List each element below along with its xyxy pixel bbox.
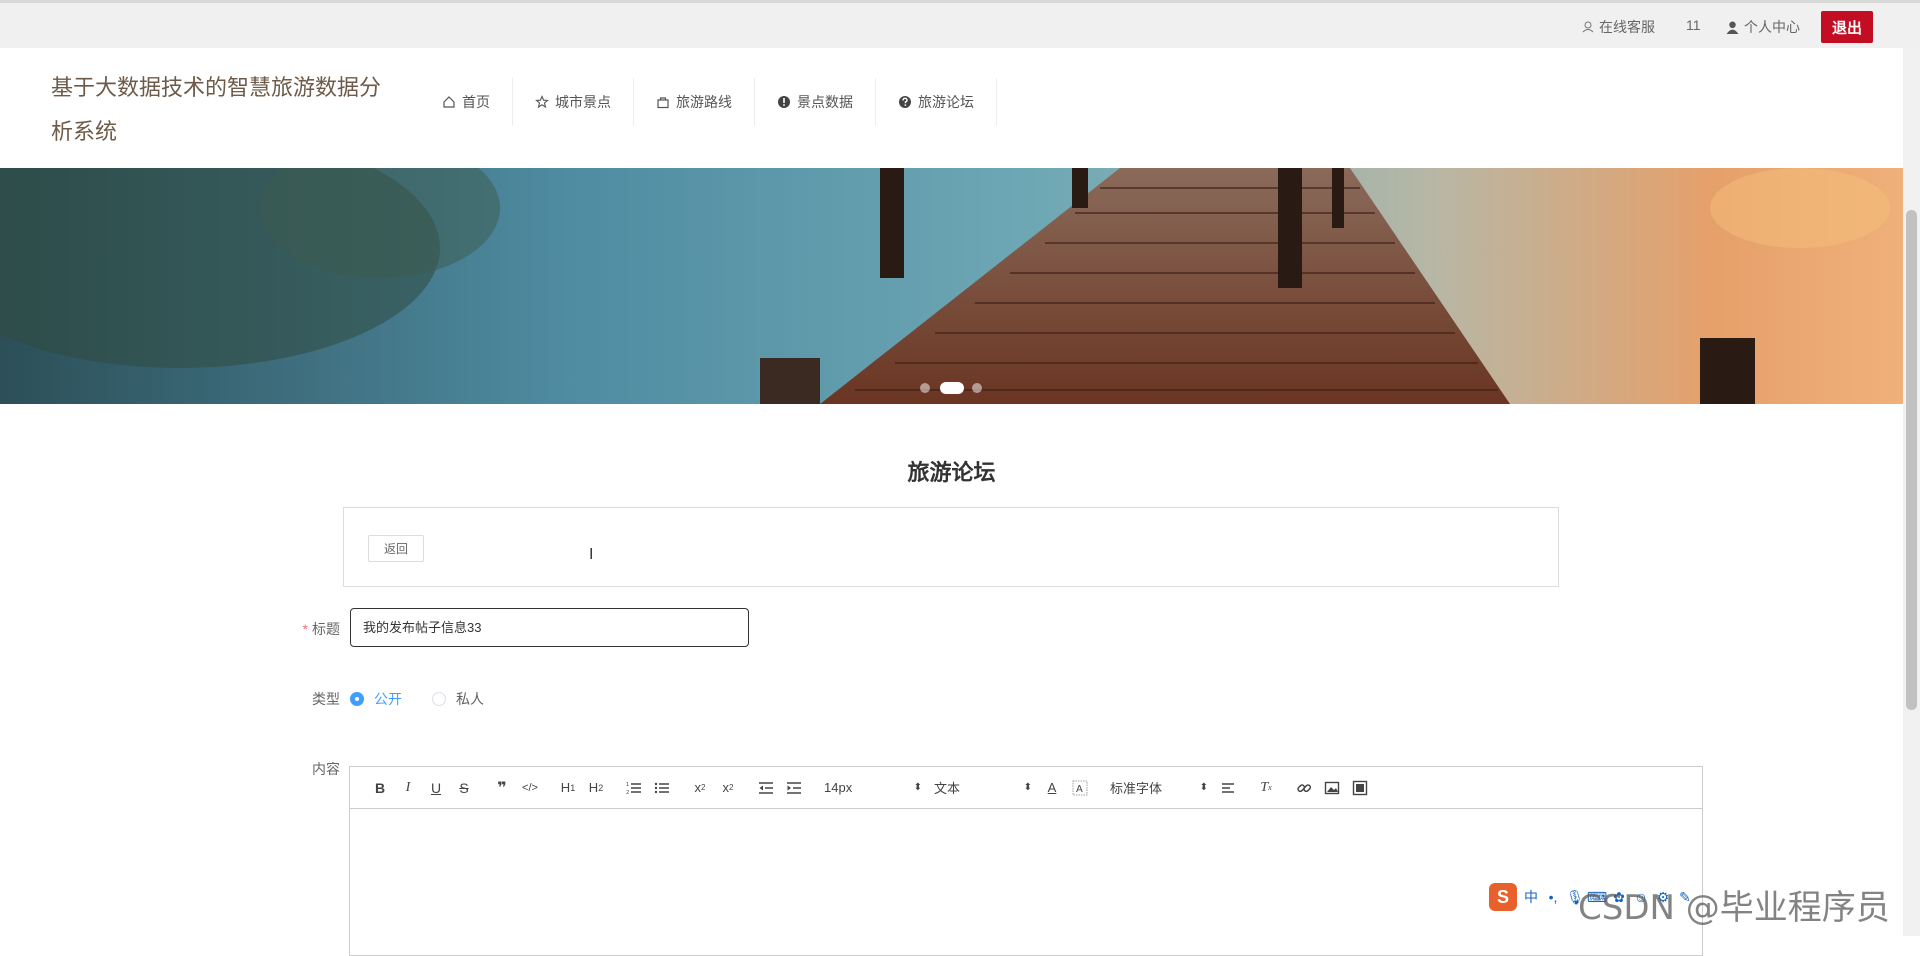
highlight-icon: A xyxy=(1072,780,1088,795)
radio-dot xyxy=(350,692,364,706)
image-icon xyxy=(1324,781,1340,794)
align-button[interactable] xyxy=(1214,776,1242,800)
link-button[interactable] xyxy=(1290,776,1318,800)
superscript-button[interactable]: x2 xyxy=(714,776,742,800)
underline-button[interactable]: U xyxy=(422,776,450,800)
nav-item-label: 首页 xyxy=(462,94,490,110)
subscript-button[interactable]: x2 xyxy=(686,776,714,800)
bag-icon xyxy=(657,97,669,109)
header-format-select[interactable]: 文本 ⬍ xyxy=(928,776,1038,800)
svg-text:A: A xyxy=(1076,784,1083,795)
outdent-button[interactable] xyxy=(752,776,780,800)
font-family-select[interactable]: 标准字体 ⬍ xyxy=(1104,776,1214,800)
carousel-dot-3[interactable] xyxy=(972,383,982,393)
headset-icon xyxy=(1582,21,1594,33)
nav-item-travel-routes[interactable]: 旅游路线 xyxy=(634,78,755,126)
svg-text:1: 1 xyxy=(626,782,629,788)
punctuation-icon[interactable]: •, xyxy=(1545,889,1561,905)
action-bar xyxy=(343,507,1559,587)
sogou-logo-icon: S xyxy=(1489,883,1517,911)
nav-item-label: 景点数据 xyxy=(797,94,853,110)
back-button[interactable]: 返回 xyxy=(368,535,424,562)
content-label: 内容 xyxy=(312,761,340,777)
banner-image xyxy=(0,168,1903,404)
required-mark: * xyxy=(302,621,308,637)
video-button[interactable] xyxy=(1346,776,1374,800)
nav-item-city-attractions[interactable]: 城市景点 xyxy=(513,78,634,126)
text-color-button[interactable]: A xyxy=(1038,776,1066,800)
nav-item-travel-forum[interactable]: 旅游论坛 xyxy=(876,78,997,126)
title-label-text: 标题 xyxy=(312,621,340,637)
nav-item-label: 旅游论坛 xyxy=(918,94,974,110)
main-nav: 首页 城市景点 旅游路线 景点数据 旅游论坛 xyxy=(420,78,997,126)
radio-private-label: 私人 xyxy=(456,691,484,707)
page-title: 旅游论坛 xyxy=(907,460,996,485)
strike-button[interactable]: S xyxy=(450,776,478,800)
radio-public[interactable]: 公开 xyxy=(350,689,402,709)
rich-text-editor: B I U S ❞ </> H1 H2 12 x2 x2 14px ⬍ 文本 ⬍… xyxy=(349,766,1703,956)
svg-text:2: 2 xyxy=(626,790,629,796)
italic-button[interactable]: I xyxy=(394,776,422,800)
font-family-value: 标准字体 xyxy=(1110,781,1163,796)
question-icon xyxy=(899,96,911,108)
title-label: * 标题 xyxy=(298,619,340,639)
link-icon xyxy=(1297,783,1312,792)
nav-item-attraction-data[interactable]: 景点数据 xyxy=(755,78,876,126)
select-arrows-icon: ⬍ xyxy=(913,782,922,793)
editor-toolbar: B I U S ❞ </> H1 H2 12 x2 x2 14px ⬍ 文本 ⬍… xyxy=(350,767,1702,809)
radio-public-label: 公开 xyxy=(374,691,402,707)
banner-carousel[interactable] xyxy=(0,168,1903,404)
image-button[interactable] xyxy=(1318,776,1346,800)
header2-button[interactable]: H2 xyxy=(582,776,610,800)
radio-dot xyxy=(432,692,446,706)
watermark: CSDN @毕业程序员 xyxy=(1578,888,1890,928)
carousel-dot-2[interactable] xyxy=(940,382,964,394)
info-icon xyxy=(778,96,790,108)
select-arrows-icon: ⬍ xyxy=(1199,782,1208,793)
nav-item-label: 旅游路线 xyxy=(676,94,732,110)
align-left-icon xyxy=(1222,782,1234,793)
message-count[interactable]: 11 xyxy=(1686,17,1701,33)
logout-button[interactable]: 退出 xyxy=(1821,11,1873,43)
page-scrollbar-thumb[interactable] xyxy=(1906,210,1917,710)
star-icon xyxy=(535,95,549,109)
font-size-select[interactable]: 14px ⬍ xyxy=(818,776,928,800)
top-bar: 在线客服 11 个人中心 退出 xyxy=(0,0,1920,48)
indent-button[interactable] xyxy=(780,776,808,800)
ordered-list-button[interactable]: 12 xyxy=(620,776,648,800)
customer-service-link[interactable]: 在线客服 xyxy=(1582,17,1655,37)
ordered-list-icon: 12 xyxy=(626,782,641,796)
ime-mode-indicator[interactable]: 中 xyxy=(1523,889,1539,905)
clear-format-button[interactable]: Tx xyxy=(1252,776,1280,800)
background-color-button[interactable]: A xyxy=(1066,776,1094,800)
outdent-icon xyxy=(759,781,773,794)
text-cursor-icon: I xyxy=(589,546,594,563)
bold-button[interactable]: B xyxy=(366,776,394,800)
code-block-button[interactable]: </> xyxy=(516,776,544,800)
blockquote-button[interactable]: ❞ xyxy=(488,776,516,800)
site-title: 基于大数据技术的智慧旅游数据分析系统 xyxy=(51,75,382,144)
bullet-list-icon xyxy=(654,782,669,793)
title-input[interactable]: 我的发布帖子信息33 xyxy=(350,608,749,647)
carousel-dot-1[interactable] xyxy=(920,383,930,393)
header1-button[interactable]: H1 xyxy=(554,776,582,800)
indent-icon xyxy=(787,781,801,794)
radio-private[interactable]: 私人 xyxy=(432,689,484,709)
home-icon xyxy=(443,96,455,108)
select-arrows-icon: ⬍ xyxy=(1023,782,1032,793)
nav-item-home[interactable]: 首页 xyxy=(420,78,513,126)
font-size-value: 14px xyxy=(824,780,853,795)
type-label: 类型 xyxy=(312,691,340,707)
bullet-list-button[interactable] xyxy=(648,776,676,800)
video-icon xyxy=(1352,780,1368,795)
user-icon xyxy=(1726,21,1739,34)
site-header: 基于大数据技术的智慧旅游数据分析系统 首页 城市景点 旅游路线 景点数据 旅游论… xyxy=(0,48,1903,168)
customer-service-label: 在线客服 xyxy=(1599,19,1655,35)
nav-item-label: 城市景点 xyxy=(555,94,611,110)
user-center-label: 个人中心 xyxy=(1744,19,1800,35)
user-center-link[interactable]: 个人中心 xyxy=(1726,17,1800,37)
header-format-value: 文本 xyxy=(934,781,961,796)
